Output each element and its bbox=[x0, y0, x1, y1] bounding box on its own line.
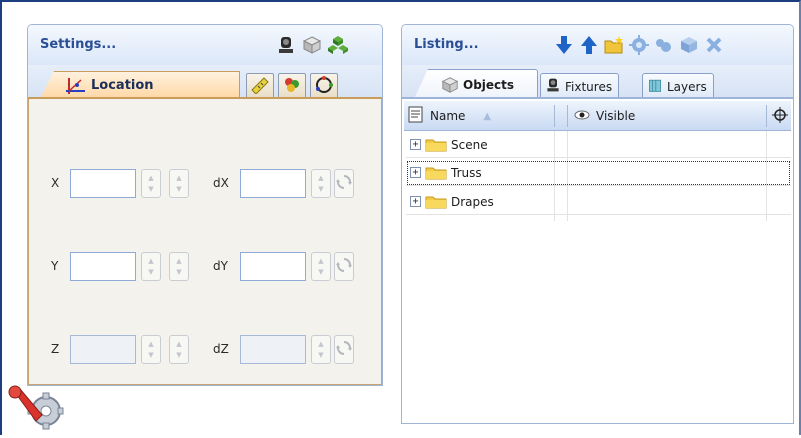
expand-icon[interactable]: + bbox=[410, 139, 421, 150]
dx-label: dX bbox=[213, 176, 229, 190]
eye-icon bbox=[574, 109, 590, 124]
tab-measure[interactable] bbox=[246, 73, 274, 99]
settings-header: Settings... bbox=[28, 25, 382, 65]
tools-icon[interactable] bbox=[6, 385, 64, 435]
dz-spinner[interactable]: ▲ ▼ bbox=[311, 335, 331, 364]
dy-field[interactable] bbox=[240, 252, 306, 281]
crosshair-icon bbox=[771, 106, 789, 127]
folder-icon bbox=[425, 137, 447, 152]
target-column-header[interactable] bbox=[771, 101, 789, 131]
rotate-icon bbox=[314, 75, 334, 98]
x-field[interactable] bbox=[70, 169, 136, 198]
tab-layers-label: Layers bbox=[667, 79, 707, 94]
tab-layers[interactable]: Layers bbox=[642, 73, 714, 99]
y-label: Y bbox=[51, 259, 59, 273]
settings-panel: Settings... Location X ▲ ▼ ▲ ▼ dX ▲ ▼ Y … bbox=[27, 24, 383, 386]
column-separator[interactable] bbox=[766, 105, 767, 127]
arrow-down-icon[interactable] bbox=[554, 35, 574, 55]
folder-icon bbox=[425, 194, 447, 209]
sort-asc-icon: ▲ bbox=[483, 110, 492, 122]
tab-location[interactable]: Location bbox=[40, 71, 240, 99]
link-icon[interactable] bbox=[654, 35, 674, 55]
x-spinner[interactable]: ▲ ▼ bbox=[141, 169, 161, 198]
visible-column-header[interactable]: Visible bbox=[574, 101, 635, 131]
z-spinner-fine[interactable]: ▲ ▼ bbox=[169, 335, 189, 364]
x-label: X bbox=[51, 176, 60, 190]
grid-header: Name ▲ Visible bbox=[404, 101, 791, 131]
list-item-label: Scene bbox=[451, 137, 488, 152]
location-icon bbox=[65, 76, 87, 99]
column-separator[interactable] bbox=[554, 105, 555, 127]
layers-icon bbox=[647, 77, 663, 96]
group-icon[interactable] bbox=[328, 35, 348, 55]
fixture-icon[interactable] bbox=[276, 35, 296, 55]
settings-tab-strip: Location bbox=[28, 65, 382, 99]
tab-fixtures-label: Fixtures bbox=[565, 79, 613, 94]
listing-tab-baseline bbox=[402, 97, 793, 99]
list-icon bbox=[408, 106, 424, 127]
dy-spinner[interactable]: ▲ ▼ bbox=[311, 252, 331, 281]
z-label: Z bbox=[51, 342, 60, 356]
gear-icon[interactable] bbox=[629, 35, 649, 55]
tab-rotation[interactable] bbox=[310, 73, 338, 99]
new-folder-icon[interactable] bbox=[604, 35, 624, 55]
settings-header-icons bbox=[276, 35, 348, 55]
expand-icon[interactable]: + bbox=[410, 196, 421, 207]
settings-title: Settings... bbox=[40, 37, 117, 52]
name-column-header[interactable]: Name ▲ bbox=[408, 101, 556, 131]
visible-column-label: Visible bbox=[596, 109, 636, 123]
cube-icon bbox=[441, 76, 459, 97]
delete-icon[interactable] bbox=[704, 35, 724, 55]
x-spinner-fine[interactable]: ▲ ▼ bbox=[169, 169, 189, 198]
dx-apply-button[interactable] bbox=[334, 169, 354, 198]
z-field[interactable] bbox=[70, 335, 136, 364]
fixture-icon bbox=[545, 77, 561, 96]
box-icon[interactable] bbox=[679, 35, 699, 55]
expand-icon[interactable]: + bbox=[410, 167, 421, 178]
refresh-icon bbox=[336, 340, 352, 359]
list-item[interactable]: + Drapes bbox=[406, 189, 791, 215]
tab-objects-label: Objects bbox=[463, 77, 515, 92]
column-separator[interactable] bbox=[567, 105, 568, 127]
location-form: X ▲ ▼ ▲ ▼ dX ▲ ▼ Y ▲ ▼ ▲ ▼ dY ▲ ▼ Z ▲ ▼ ▲ ▼ dZ ▲… bbox=[28, 99, 382, 385]
cube-icon[interactable] bbox=[302, 35, 322, 55]
y-field[interactable] bbox=[70, 252, 136, 281]
tab-appearance[interactable] bbox=[278, 73, 306, 99]
list-item-label: Drapes bbox=[451, 194, 494, 209]
refresh-icon bbox=[336, 174, 352, 193]
tab-objects[interactable]: Objects bbox=[414, 69, 538, 99]
dz-field[interactable] bbox=[240, 335, 306, 364]
folder-icon bbox=[425, 165, 447, 180]
dx-field[interactable] bbox=[240, 169, 306, 198]
listing-title: Listing... bbox=[414, 37, 479, 52]
listing-toolbar bbox=[554, 35, 724, 55]
refresh-icon bbox=[336, 257, 352, 276]
listing-panel: Listing... Objects Fixtures Layers Name … bbox=[401, 24, 794, 424]
list-item[interactable]: + Truss bbox=[406, 160, 791, 186]
y-spinner-fine[interactable]: ▲ ▼ bbox=[169, 252, 189, 281]
list-item[interactable]: + Scene bbox=[406, 132, 791, 158]
tab-location-label: Location bbox=[91, 78, 154, 93]
tab-fixtures[interactable]: Fixtures bbox=[540, 73, 620, 99]
arrow-up-icon[interactable] bbox=[579, 35, 599, 55]
z-spinner[interactable]: ▲ ▼ bbox=[141, 335, 161, 364]
listing-header: Listing... bbox=[402, 25, 793, 65]
color-icon bbox=[282, 76, 302, 97]
list-item-label: Truss bbox=[451, 165, 482, 180]
dx-spinner[interactable]: ▲ ▼ bbox=[311, 169, 331, 198]
name-column-label: Name bbox=[430, 109, 466, 123]
dy-label: dY bbox=[213, 259, 228, 273]
ruler-icon bbox=[250, 76, 270, 97]
y-spinner[interactable]: ▲ ▼ bbox=[141, 252, 161, 281]
dz-apply-button[interactable] bbox=[334, 335, 354, 364]
objects-grid: Name ▲ Visible + Scene + Truss + Drapes bbox=[404, 101, 791, 421]
listing-tab-strip: Objects Fixtures Layers bbox=[402, 65, 793, 99]
dy-apply-button[interactable] bbox=[334, 252, 354, 281]
dz-label: dZ bbox=[213, 342, 229, 356]
